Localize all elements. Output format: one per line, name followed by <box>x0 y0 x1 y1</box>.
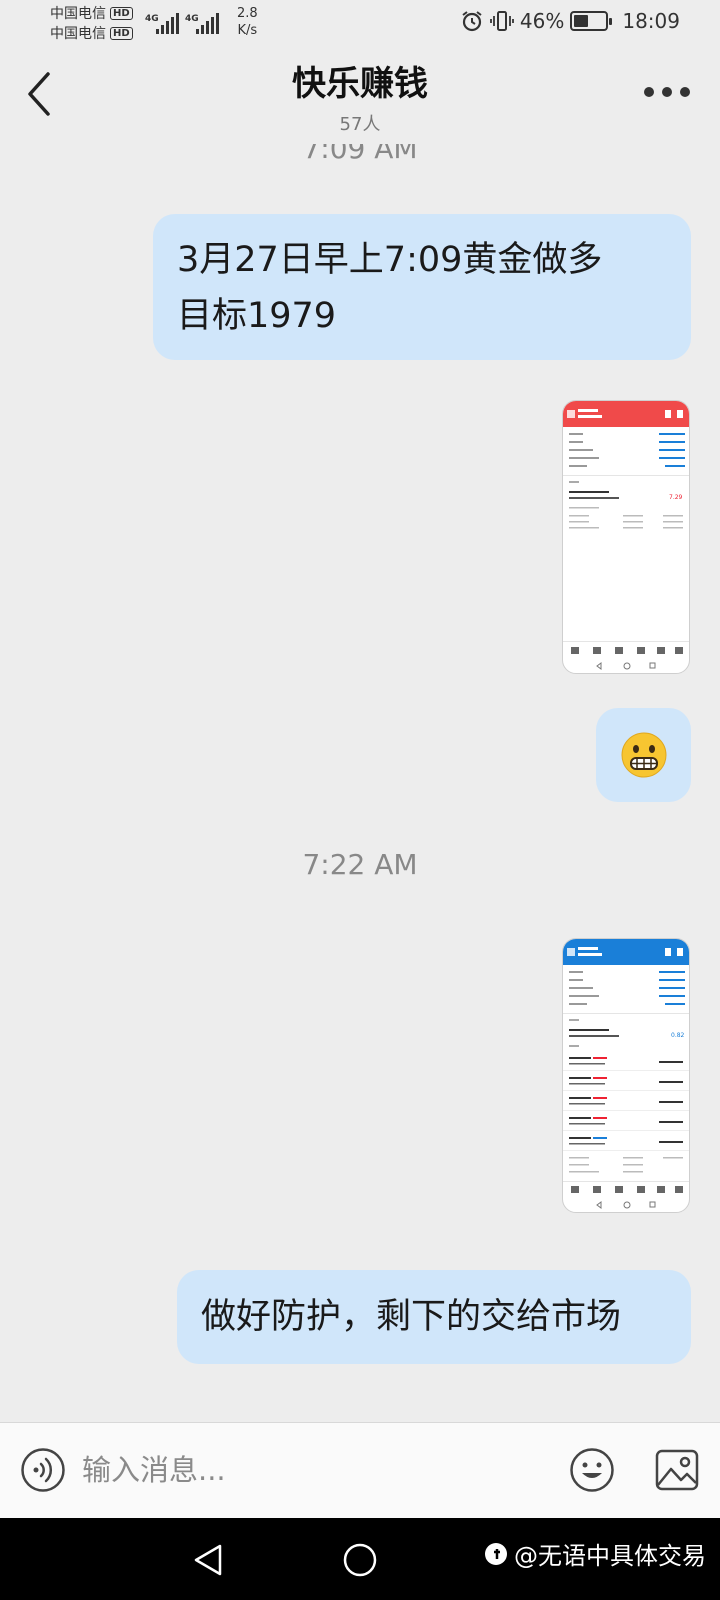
trading-app-screenshot: 0.82 <box>563 939 689 1209</box>
speed-value: 2.8 <box>237 6 258 21</box>
nav-back-icon[interactable] <box>188 1540 228 1580</box>
trading-app-screenshot: 7.29 <box>563 401 689 670</box>
sticker-bubble[interactable] <box>596 708 691 802</box>
screenshot-thumbnail[interactable]: 7.29 <box>562 400 690 674</box>
carrier-1-label: 中国电信 <box>50 6 106 22</box>
battery-icon <box>570 11 613 31</box>
chat-header: 快乐赚钱 57人 <box>0 48 720 144</box>
vibrate-icon <box>490 11 514 31</box>
message-text-line: 目标1979 <box>177 296 337 336</box>
member-count: 57人 <box>339 114 381 135</box>
screenshot-value: 7.29 <box>669 494 683 501</box>
image-icon[interactable] <box>654 1447 700 1493</box>
watermark: @无语中具体交易 <box>484 1536 706 1571</box>
network-speed: 2.8 K/s <box>237 5 258 39</box>
signal-icon: 4G 4G <box>145 13 219 34</box>
message-bubble[interactable]: 3月27日早上7:09黄金做多 目标1979 <box>153 214 691 360</box>
battery-percent: 46% <box>519 9 565 33</box>
grimace-emoji-icon <box>621 732 666 778</box>
message-text-line: 3月27日早上7:09黄金做多 <box>177 240 603 280</box>
screenshot-thumbnail[interactable]: 0.82 <box>562 938 690 1213</box>
chat-messages[interactable]: 7:09 AM 3月27日早上7:09黄金做多 目标1979 7.29 7:22… <box>0 144 720 1422</box>
message-text: 做好防护，剩下的交给市场 <box>201 1297 622 1337</box>
nav-home-icon[interactable] <box>340 1540 380 1580</box>
message-input[interactable] <box>82 1441 532 1499</box>
carrier-2-label: 中国电信 <box>50 26 106 42</box>
status-icons: 46% 18:09 <box>460 9 680 33</box>
alarm-icon <box>462 11 482 32</box>
message-input-bar <box>0 1422 720 1518</box>
system-nav-bar: @无语中具体交易 <box>0 1518 720 1600</box>
hd-badge: HD <box>110 27 133 40</box>
timestamp: 7:09 AM <box>302 144 418 165</box>
more-icon[interactable] <box>644 82 690 102</box>
emoji-icon[interactable] <box>569 1447 615 1493</box>
network-1-label: 4G <box>145 14 159 24</box>
watermark-text: @无语中具体交易 <box>514 1542 706 1570</box>
network-2-label: 4G <box>185 14 199 24</box>
hd-badge: HD <box>110 7 133 20</box>
group-title: 快乐赚钱 <box>292 64 428 104</box>
speed-unit: K/s <box>237 23 258 38</box>
voice-icon[interactable] <box>20 1447 66 1493</box>
battery-level <box>574 15 589 27</box>
platform-logo-icon <box>485 1542 507 1565</box>
clock: 18:09 <box>622 9 680 33</box>
message-bubble[interactable]: 做好防护，剩下的交给市场 <box>177 1270 691 1364</box>
status-bar: 中国电信 HD 中国电信 HD 4G 4G 2.8 K/s 46% 18:09 <box>0 0 720 48</box>
timestamp: 7:22 AM <box>302 848 418 881</box>
screenshot-value: 0.82 <box>671 1032 685 1039</box>
carrier-info: 中国电信 HD 中国电信 HD <box>50 4 133 44</box>
